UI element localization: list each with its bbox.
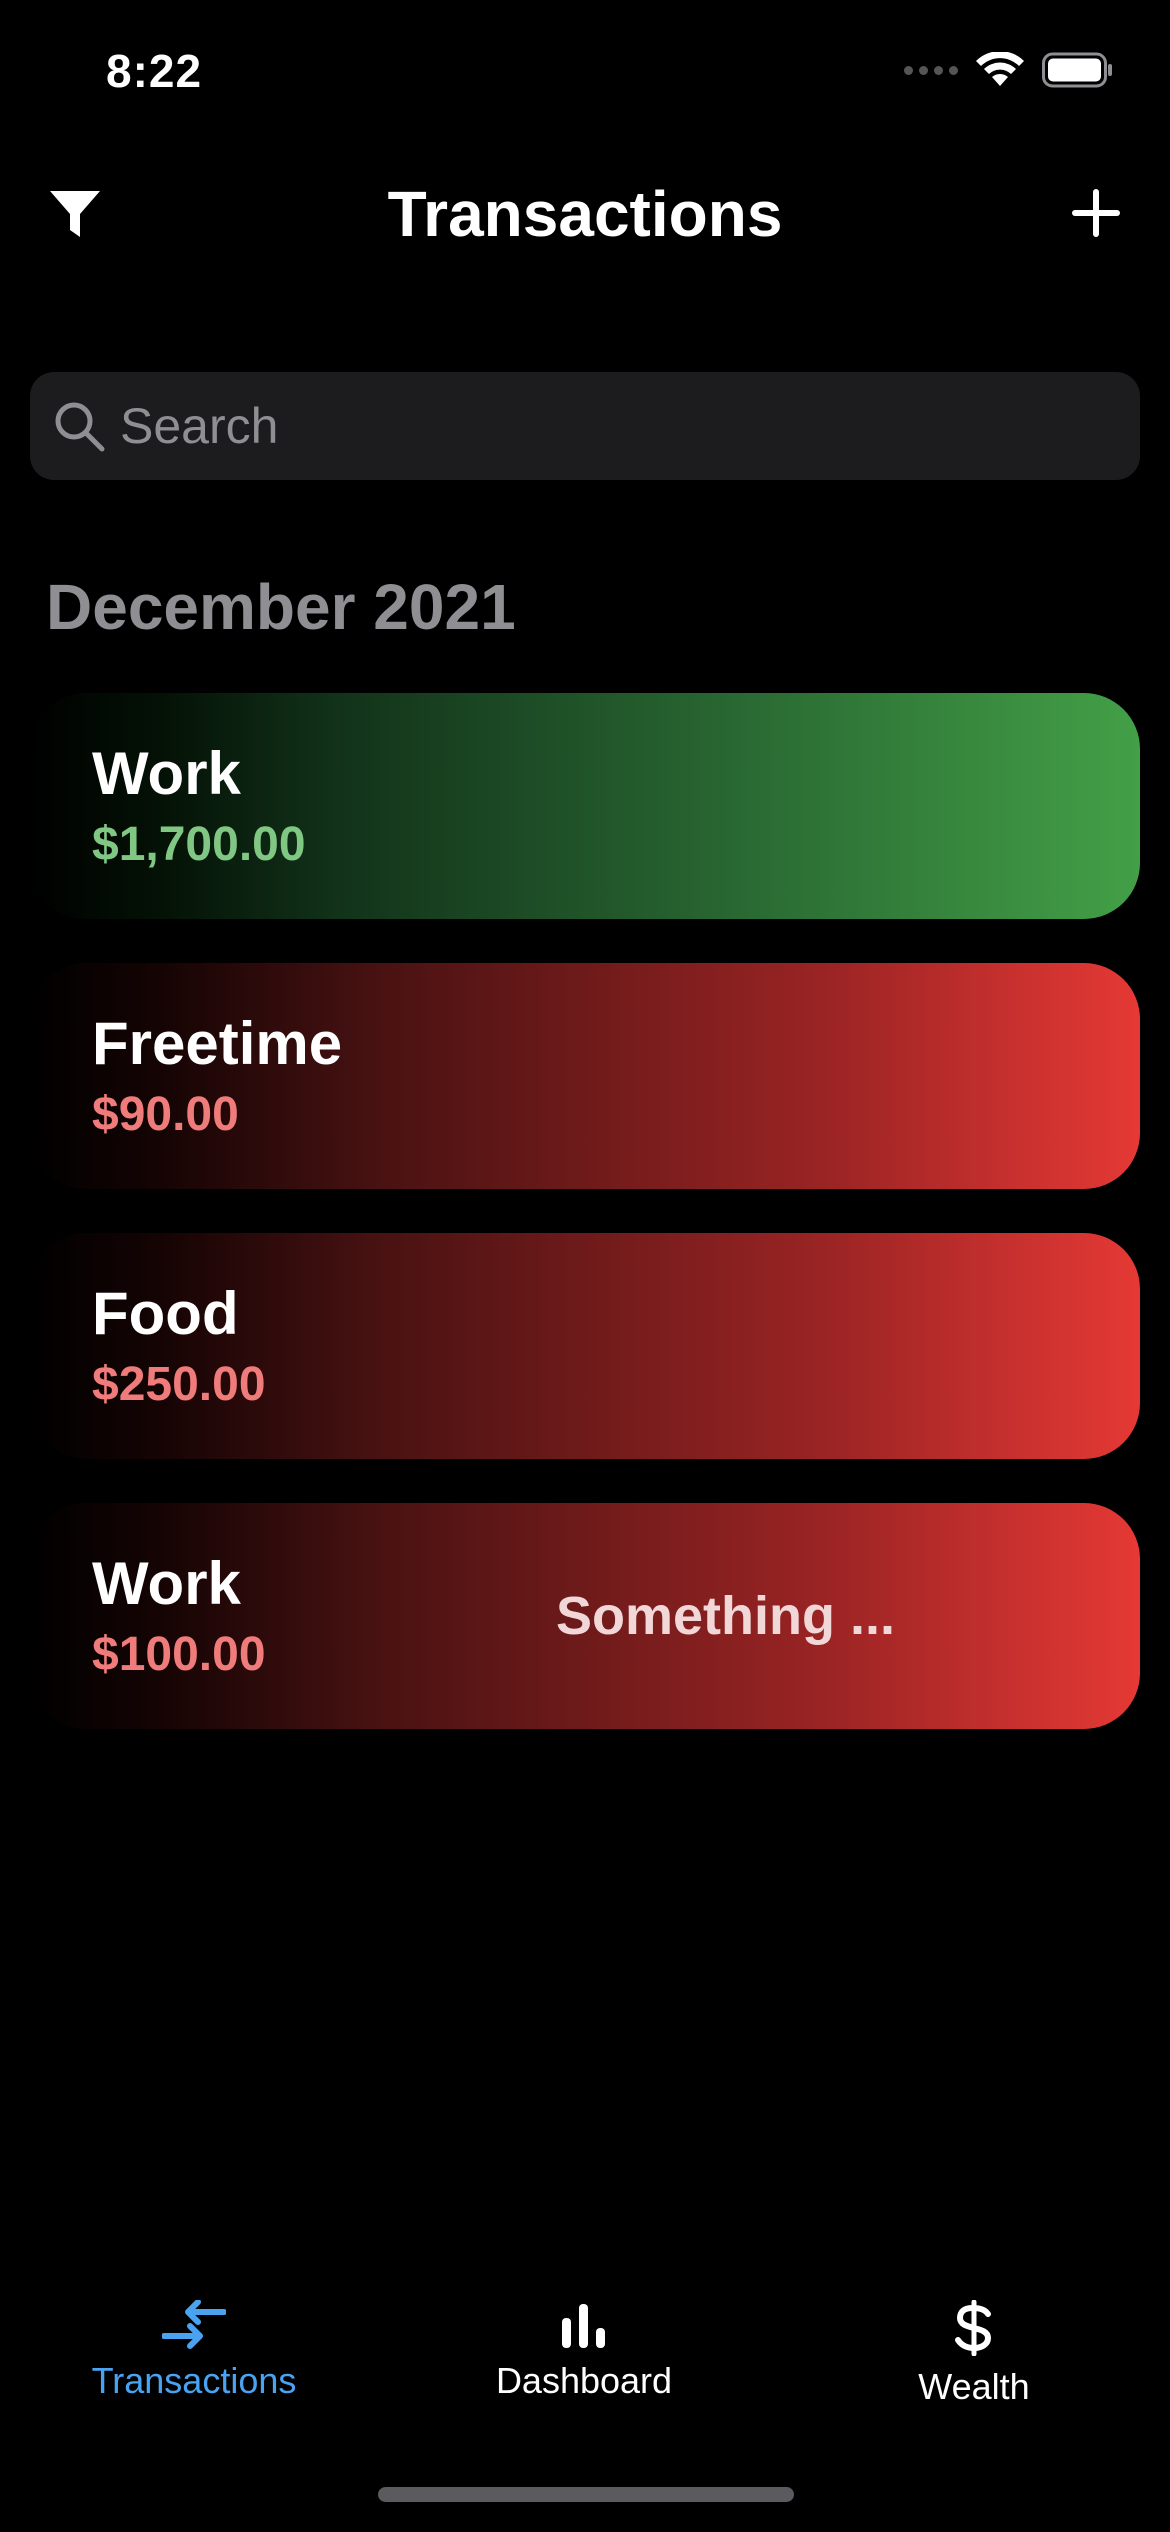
transaction-category: Work <box>92 1550 241 1617</box>
transaction-category: Food <box>92 1280 239 1347</box>
status-time: 8:22 <box>106 45 203 97</box>
transaction-category: Work <box>92 740 241 807</box>
search-bar[interactable] <box>30 372 1140 480</box>
tab-label: Transactions <box>91 2360 297 2401</box>
search-icon <box>55 402 105 452</box>
page-title: Transactions <box>387 178 783 250</box>
transactions-screen: 8:22 Transactions Search December 2021 W… <box>0 0 1170 2532</box>
home-indicator[interactable] <box>378 2487 794 2502</box>
tab-label: Dashboard <box>495 2360 673 2401</box>
wifi-icon <box>976 52 1024 86</box>
transaction-amount: $1,700.00 <box>92 818 306 871</box>
transaction-card[interactable]: Food $250.00 <box>30 1233 1140 1459</box>
bar-chart-icon <box>562 2304 605 2348</box>
cellular-signal-icon <box>904 65 958 75</box>
transaction-amount: $250.00 <box>92 1358 266 1411</box>
search-input[interactable] <box>120 397 1080 455</box>
navigation-bar: Transactions <box>0 165 1170 265</box>
transaction-amount: $90.00 <box>92 1088 239 1141</box>
transaction-card[interactable]: Work $1,700.00 <box>30 693 1140 919</box>
tab-bar: Transactions Dashboard Wealth <box>0 2290 1170 2430</box>
transaction-amount: $100.00 <box>92 1628 266 1681</box>
status-indicators <box>904 52 1114 88</box>
transaction-note: Something ... <box>556 1586 896 1646</box>
dollar-icon <box>955 2300 992 2356</box>
tab-dashboard[interactable]: Dashboard <box>434 2290 734 2430</box>
month-section-header: December 2021 <box>46 571 516 643</box>
tab-label: Wealth <box>918 2366 1030 2407</box>
battery-icon <box>1042 52 1112 88</box>
tab-wealth[interactable]: Wealth <box>824 2290 1124 2430</box>
arrows-swap-icon <box>162 2300 226 2349</box>
transaction-card[interactable]: Freetime $90.00 <box>30 963 1140 1189</box>
transaction-card[interactable]: Work $100.00 Something ... <box>30 1503 1140 1729</box>
tab-transactions[interactable]: Transactions <box>44 2290 344 2430</box>
add-icon[interactable] <box>1068 185 1124 241</box>
transaction-category: Freetime <box>92 1010 343 1077</box>
